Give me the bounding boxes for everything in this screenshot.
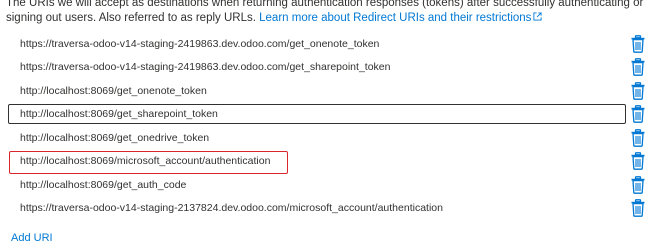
redirect-uri-row: https://traversa-odoo-v14-staging-213782… — [8, 198, 653, 218]
redirect-uri-row: http://localhost:8069/get_onedrive_token — [8, 128, 653, 148]
redirect-uri-input[interactable]: http://localhost:8069/get_onenote_token — [8, 81, 626, 101]
redirect-uri-row: https://traversa-odoo-v14-staging-241986… — [8, 34, 653, 54]
add-uri-link[interactable]: Add URI — [11, 232, 53, 244]
redirect-uri-row: https://traversa-odoo-v14-staging-241986… — [8, 57, 653, 77]
redirect-uri-row: http://localhost:8069/get_sharepoint_tok… — [8, 104, 653, 124]
trash-icon[interactable] — [630, 58, 646, 76]
redirect-uris-section: The URIs we will accept as destinations … — [0, 0, 655, 247]
redirect-uri-row: http://localhost:8069/get_onenote_token — [8, 81, 653, 101]
redirect-uri-input[interactable]: https://traversa-odoo-v14-staging-213782… — [8, 198, 626, 218]
trash-icon[interactable] — [630, 35, 646, 53]
trash-icon[interactable] — [630, 176, 646, 194]
trash-icon[interactable] — [630, 82, 646, 100]
redirect-uri-row: http://localhost:8069/get_auth_code — [8, 175, 653, 195]
highlight-annotation — [9, 151, 288, 174]
redirect-uri-input[interactable]: http://localhost:8069/get_onedrive_token — [8, 128, 626, 148]
redirect-uri-input[interactable]: http://localhost:8069/get_auth_code — [8, 175, 626, 195]
learn-more-link-text: Learn more about Redirect URIs and their… — [259, 12, 532, 24]
trash-icon[interactable] — [630, 105, 646, 123]
redirect-uris-description: The URIs we will accept as destinations … — [6, 0, 655, 26]
redirect-uri-input[interactable]: http://localhost:8069/get_sharepoint_tok… — [8, 104, 626, 124]
redirect-uri-input[interactable]: https://traversa-odoo-v14-staging-241986… — [8, 57, 626, 77]
learn-more-link[interactable]: Learn more about Redirect URIs and their… — [259, 12, 542, 24]
redirect-uri-input[interactable]: https://traversa-odoo-v14-staging-241986… — [8, 34, 626, 54]
trash-icon[interactable] — [630, 129, 646, 147]
trash-icon[interactable] — [630, 199, 646, 217]
trash-icon[interactable] — [630, 152, 646, 170]
external-link-icon — [533, 12, 542, 21]
